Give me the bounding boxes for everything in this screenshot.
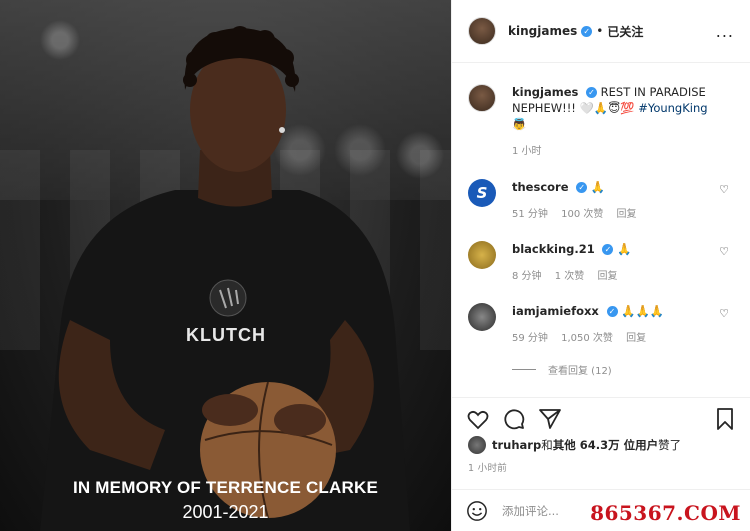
memorial-title: IN MEMORY OF TERRENCE CLARKE: [72, 478, 378, 497]
replies-divider-line: [512, 369, 536, 370]
comment-likes[interactable]: 100 次赞: [561, 209, 603, 220]
post-header: kingjames ✓ • 已关注 ...: [452, 0, 750, 63]
likes-connector: 和: [541, 438, 553, 452]
heart-icon[interactable]: [466, 407, 490, 431]
site-watermark: 865367.COM: [590, 501, 741, 525]
comment-username[interactable]: iamjamiefoxx: [512, 304, 599, 318]
view-replies-label: 查看回复 (12): [548, 366, 612, 377]
comment-avatar[interactable]: [468, 241, 496, 269]
separator-dot: •: [596, 24, 604, 38]
comment-item: iamjamiefoxx ✓ 🙏🙏🙏 59 分钟 1,050 次赞 回复 ♡: [468, 303, 735, 347]
comment-likes[interactable]: 1,050 次赞: [561, 333, 613, 344]
post-caption: kingjames ✓ REST IN PARADISE NEPHEW!!! 🤍…: [468, 84, 735, 160]
comments-section: kingjames ✓ REST IN PARADISE NEPHEW!!! 🤍…: [452, 64, 750, 397]
verified-badge-icon: ✓: [576, 182, 588, 193]
comment-like-heart-icon[interactable]: ♡: [719, 245, 729, 258]
comment-item: blackking.21 ✓ 🙏 8 分钟 1 次赞 回复 ♡: [468, 241, 735, 285]
comment-username[interactable]: blackking.21: [512, 242, 595, 256]
comment-likes[interactable]: 1 次赞: [555, 271, 585, 282]
shirt-logo-text: KLUTCH: [186, 325, 266, 345]
more-options-icon[interactable]: ...: [716, 22, 734, 41]
view-replies-button[interactable]: 查看回复 (12): [512, 362, 612, 377]
comment-body: thescore ✓ 🙏 51 分钟 100 次赞 回复: [512, 179, 647, 223]
comment-time[interactable]: 8 分钟: [512, 271, 542, 282]
likes-suffix: 赞了: [658, 438, 682, 452]
liker-username[interactable]: truharp: [492, 438, 541, 452]
comment-text: 🙏: [617, 242, 632, 256]
post-timestamp[interactable]: 1 小时前: [452, 454, 750, 474]
comment-username[interactable]: thescore: [512, 180, 569, 194]
comment-input[interactable]: 添加评论...: [502, 503, 559, 519]
post-image[interactable]: KLUTCH IN MEMORY OF TERRENCE CLARKE 2001…: [0, 0, 451, 531]
add-comment-bar: 添加评论... 865367.COM: [452, 489, 750, 531]
caption-body: kingjames ✓ REST IN PARADISE NEPHEW!!! 🤍…: [512, 84, 735, 160]
comment-text: 🙏: [590, 180, 606, 194]
hashtag-link[interactable]: #YoungKing: [638, 101, 707, 115]
comment-body: blackking.21 ✓ 🙏 8 分钟 1 次赞 回复: [512, 241, 631, 285]
instagram-post-modal: KLUTCH IN MEMORY OF TERRENCE CLARKE 2001…: [0, 0, 750, 531]
post-sidebar: kingjames ✓ • 已关注 ... kingjames ✓ REST I…: [451, 0, 750, 531]
comment-like-heart-icon[interactable]: ♡: [719, 307, 729, 320]
comment-time[interactable]: 51 分钟: [512, 209, 548, 220]
following-status-button[interactable]: 已关注: [607, 23, 643, 40]
emoji-picker-icon[interactable]: [466, 500, 488, 522]
reply-button[interactable]: 回复: [617, 209, 637, 220]
post-actions-area: truharp 和 其他 64.3万 位用户 赞了 1 小时前 添加评论... …: [452, 397, 750, 531]
author-username[interactable]: kingjames: [508, 24, 577, 38]
comment-avatar[interactable]: [468, 303, 496, 331]
likes-count-link[interactable]: 其他 64.3万 位用户: [553, 437, 658, 453]
verified-badge-icon: ✓: [602, 244, 614, 255]
author-avatar[interactable]: [468, 17, 496, 45]
action-icons-row: [452, 398, 750, 432]
share-icon[interactable]: [538, 407, 562, 431]
comment-icon[interactable]: [502, 407, 526, 431]
comment-text: 🙏🙏🙏: [621, 304, 665, 318]
comment-avatar[interactable]: S: [468, 179, 496, 207]
save-bookmark-icon[interactable]: [713, 407, 737, 431]
comment-body: iamjamiefoxx ✓ 🙏🙏🙏 59 分钟 1,050 次赞 回复: [512, 303, 664, 347]
caption-avatar[interactable]: [468, 84, 496, 112]
caption-time[interactable]: 1 小时: [512, 144, 735, 160]
verified-badge-icon: ✓: [581, 25, 593, 37]
player-illustration: [40, 26, 410, 531]
likes-summary: truharp 和 其他 64.3万 位用户 赞了: [452, 432, 750, 454]
verified-badge-icon: ✓: [606, 306, 618, 317]
caption-username[interactable]: kingjames: [512, 85, 578, 99]
caption-emoji: 👼: [512, 117, 527, 131]
memorial-years: 2001-2021: [182, 502, 269, 522]
comment-item: S thescore ✓ 🙏 51 分钟 100 次赞 回复 ♡: [468, 179, 735, 223]
reply-button[interactable]: 回复: [626, 333, 646, 344]
verified-badge-icon: ✓: [586, 87, 597, 98]
reply-button[interactable]: 回复: [597, 271, 617, 282]
comment-like-heart-icon[interactable]: ♡: [719, 183, 729, 196]
comment-time[interactable]: 59 分钟: [512, 333, 548, 344]
liker-avatar[interactable]: [468, 436, 486, 454]
